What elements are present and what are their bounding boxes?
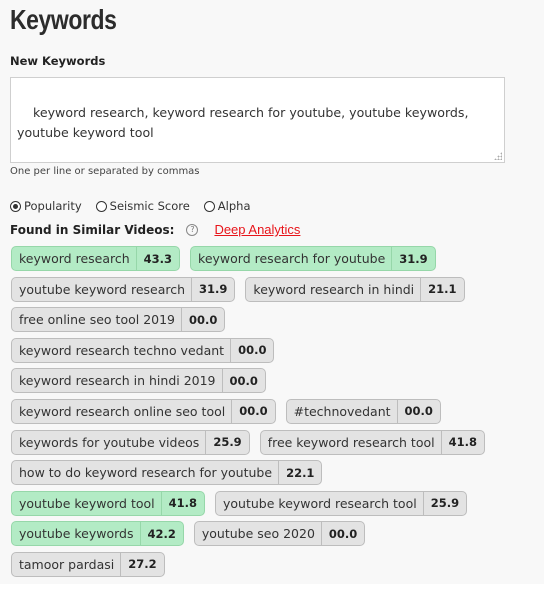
new-keywords-value: keyword research, keyword research for y… [17,105,469,140]
keyword-tag-label: keyword research in hindi [253,281,415,297]
keyword-tag[interactable]: tamoor pardasi 27.2 [11,551,165,577]
keyword-tag[interactable]: #technovedant 00.0 [285,398,441,424]
keyword-tag[interactable]: how to do keyword research for youtube 22… [11,460,323,486]
keyword-tag-score: 43.3 [135,247,179,270]
tag-row: keyword research 43.3 keyword research for… [11,246,531,271]
keyword-tag[interactable]: youtube keyword tool 41.8 [11,490,206,516]
tag-row: keyword research in hindi 2019 00.0 [11,368,531,394]
keywords-panel: Keywords New Keywords keyword research, … [0,0,544,584]
keyword-tag-label: free keyword research tool [267,434,435,450]
keyword-tag-score: 00.0 [221,369,265,393]
radio-label: Popularity [24,199,82,213]
tag-row: youtube keywords 42.2 youtube seo 2020 00.0 [11,521,531,547]
keyword-tag-score: 31.9 [191,277,234,301]
keyword-tag[interactable]: keyword research techno vedant 00.0 [11,337,275,363]
keyword-tag[interactable]: youtube seo 2020 00.0 [193,521,366,547]
keyword-tag[interactable]: youtube keyword research 31.9 [11,276,236,302]
tag-row: free online seo tool 2019 00.0 [11,307,531,333]
keyword-tag-label: youtube seo 2020 [201,526,315,542]
keyword-tag[interactable]: keyword research in hindi 21.1 [245,276,465,302]
keyword-tag-label: youtube keyword research [19,281,186,297]
sort-popularity-radio[interactable]: Popularity [10,199,82,213]
radio-checked-icon [10,200,21,212]
keyword-tag[interactable]: keyword research for youtube 31.9 [190,246,436,271]
keyword-tag-score: 21.1 [420,277,463,301]
keyword-tag[interactable]: keyword research in hindi 2019 00.0 [11,368,266,394]
radio-label: Seismic Score [109,199,190,213]
keyword-tag-score: 42.2 [139,522,183,546]
keyword-tag-score: 00.0 [396,399,440,423]
found-in-similar-videos-row: Found in Similar Videos: ? Deep Analytic… [10,222,300,237]
keyword-tag[interactable]: keywords for youtube videos 25.9 [11,429,250,455]
keyword-tag-label: free online seo tool 2019 [19,312,175,328]
keyword-tag-score: 41.8 [440,430,484,454]
radio-unchecked-icon [203,200,215,212]
keyword-tag-label: #technovedant [293,403,391,419]
tag-row: keyword research online seo tool 00.0 #tec… [11,398,531,424]
keyword-tag[interactable]: free online seo tool 2019 00.0 [11,307,226,333]
tag-row: youtube keyword tool 41.8 youtube keyword … [11,490,531,516]
keyword-tag-label: keyword research in hindi 2019 [19,373,216,389]
resize-grip-icon[interactable] [494,152,502,160]
keyword-tag-label: youtube keyword tool [19,495,155,511]
new-keywords-textarea[interactable]: keyword research, keyword research for y… [10,77,505,163]
keyword-tag-score: 22.1 [278,461,321,485]
keyword-tag[interactable]: youtube keyword research tool 25.9 [215,490,468,516]
sort-seismic-score-radio[interactable]: Seismic Score [95,199,190,213]
deep-analytics-link[interactable]: Deep Analytics [214,222,300,237]
keyword-tag-label: keyword research for youtube [198,251,386,266]
tag-row: how to do keyword research for youtube 22… [11,460,531,486]
keyword-tag[interactable]: youtube keywords 42.2 [11,521,184,547]
page-title: Keywords [10,4,117,35]
keyword-tags: keyword research 43.3 keyword research for… [11,246,531,583]
keyword-tag[interactable]: free keyword research tool 41.8 [259,429,485,455]
keyword-tag[interactable]: keyword research online seo tool 00.0 [11,398,276,424]
radio-unchecked-icon [95,200,107,212]
help-icon[interactable]: ? [186,223,199,236]
keyword-tag-label: keywords for youtube videos [19,434,200,450]
keyword-tag-label: how to do keyword research for youtube [19,465,273,481]
tag-row: tamoor pardasi 27.2 [11,551,531,577]
sort-options: Popularity Seismic Score Alpha [10,199,265,213]
keyword-tag-label: keyword research online seo tool [19,403,226,419]
new-keywords-label: New Keywords [10,54,106,68]
keyword-tag-score: 00.0 [320,522,364,546]
keyword-tag-label: tamoor pardasi [19,556,115,572]
keyword-tag-label: keyword research techno vedant [19,342,225,358]
new-keywords-helper: One per line or separated by commas [10,166,200,177]
keyword-tag-score: 25.9 [422,491,466,515]
keyword-tag-score: 00.0 [181,308,224,332]
radio-label: Alpha [217,199,251,213]
keyword-tag-score: 00.0 [230,338,273,362]
keyword-tag-score: 31.9 [391,247,434,270]
keyword-tag[interactable]: keyword research 43.3 [11,246,181,271]
tag-row: youtube keyword research 31.9 keyword rese… [11,276,531,302]
found-in-similar-videos-label: Found in Similar Videos: [10,222,175,237]
keyword-tag-label: youtube keywords [19,526,134,542]
keyword-tag-score: 27.2 [120,552,163,576]
tag-row: keywords for youtube videos 25.9 free keyw… [11,429,531,455]
keyword-tag-score: 41.8 [160,491,204,515]
keyword-tag-score: 00.0 [231,399,274,423]
keyword-tag-score: 25.9 [205,430,248,454]
keyword-tag-label: keyword research [19,251,130,266]
tag-row: keyword research techno vedant 00.0 [11,337,531,363]
sort-alpha-radio[interactable]: Alpha [203,199,251,213]
keyword-tag-label: youtube keyword research tool [223,495,417,511]
